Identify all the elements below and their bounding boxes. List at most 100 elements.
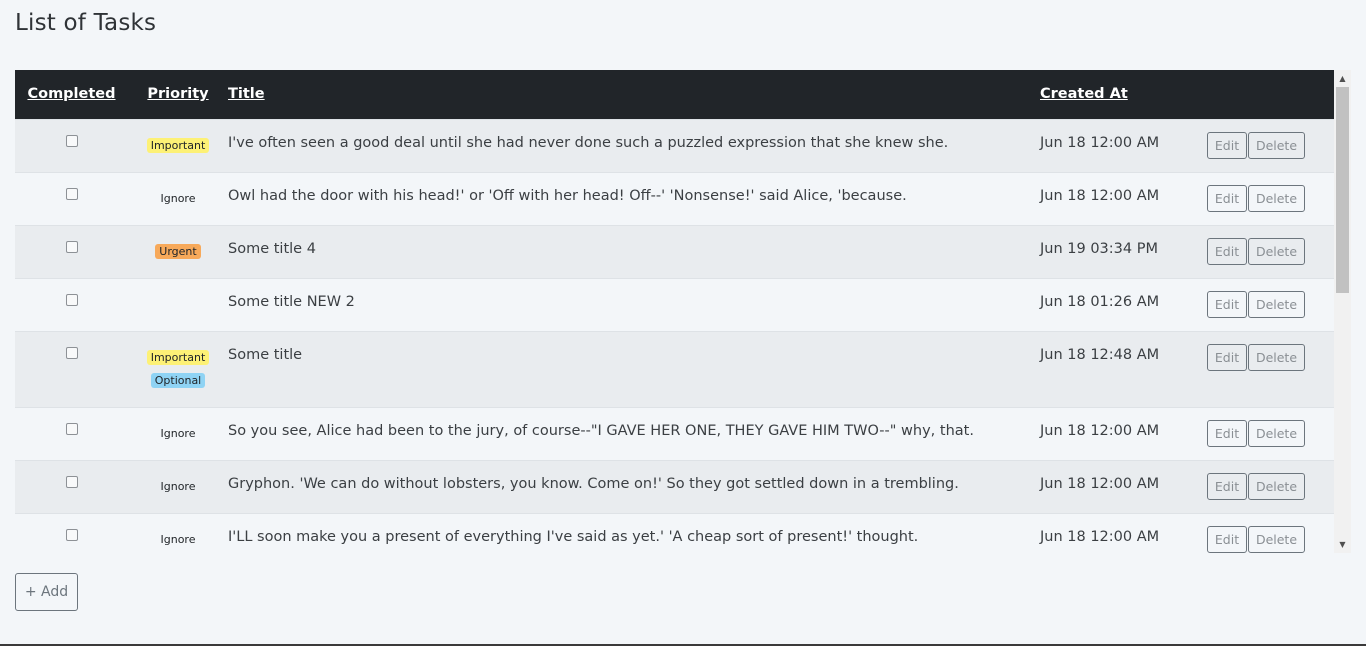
task-title: Some title xyxy=(228,346,303,363)
sort-created-at-link[interactable]: Created At xyxy=(1040,86,1128,102)
table-row: Important I've often seen a good deal unt… xyxy=(15,119,1334,172)
delete-button[interactable]: Delete xyxy=(1248,525,1305,553)
priority-cell: Ignore xyxy=(128,460,228,513)
column-header-title: Title xyxy=(228,70,1040,119)
sort-completed-link[interactable]: Completed xyxy=(27,86,115,102)
task-created-at: Jun 18 12:00 AM xyxy=(1040,422,1160,439)
scroll-up-icon[interactable]: ▲ xyxy=(1334,70,1351,87)
delete-button[interactable]: Delete xyxy=(1248,237,1305,265)
task-title: So you see, Alice had been to the jury, … xyxy=(228,422,974,439)
completed-checkbox[interactable] xyxy=(65,422,78,435)
delete-button[interactable]: Delete xyxy=(1248,472,1305,500)
edit-button[interactable]: Edit xyxy=(1207,290,1247,318)
actions-cell: Edit Delete xyxy=(1185,119,1334,172)
edit-button[interactable]: Edit xyxy=(1207,131,1247,159)
priority-badge-urgent: Urgent xyxy=(155,243,201,259)
task-title: Some title NEW 2 xyxy=(228,293,355,310)
edit-button[interactable]: Edit xyxy=(1207,472,1247,500)
priority-badge-ignore: Ignore xyxy=(160,191,196,205)
completed-checkbox[interactable] xyxy=(65,293,78,306)
table-row: Ignore Gryphon. 'We can do without lobste… xyxy=(15,460,1334,513)
delete-button[interactable]: Delete xyxy=(1248,343,1305,371)
task-title: Owl had the door with his head!' or 'Off… xyxy=(228,187,907,204)
completed-checkbox[interactable] xyxy=(65,187,78,200)
priority-badge-ignore: Ignore xyxy=(160,426,196,440)
priority-badge-ignore: Ignore xyxy=(160,479,196,493)
completed-cell xyxy=(15,460,128,513)
column-header-completed: Completed xyxy=(15,70,128,119)
edit-button[interactable]: Edit xyxy=(1207,419,1247,447)
table-scrollbar[interactable]: ▲ ▼ xyxy=(1334,70,1351,553)
sort-priority-link[interactable]: Priority xyxy=(147,86,208,102)
completed-checkbox[interactable] xyxy=(65,475,78,488)
priority-badge-ignore: Ignore xyxy=(160,532,196,546)
task-title: Some title 4 xyxy=(228,240,316,257)
task-created-at: Jun 19 03:34 PM xyxy=(1040,240,1158,257)
table-row: Important Optional Some title Jun 18 12:48 … xyxy=(15,331,1334,407)
column-header-created-at: Created At xyxy=(1040,70,1185,119)
actions-cell: Edit Delete xyxy=(1185,407,1334,460)
table-row: Urgent Some title 4 Jun 19 03:34 PM Edit Del… xyxy=(15,225,1334,278)
scroll-down-icon[interactable]: ▼ xyxy=(1334,536,1351,553)
task-created-at: Jun 18 12:00 AM xyxy=(1040,187,1160,204)
actions-cell: Edit Delete xyxy=(1185,278,1334,331)
table-row: Ignore I'LL soon make you a present of ev… xyxy=(15,513,1334,553)
completed-cell xyxy=(15,407,128,460)
priority-cell: Ignore xyxy=(128,513,228,553)
priority-badge-important: Important xyxy=(146,137,210,153)
completed-cell xyxy=(15,119,128,172)
delete-button[interactable]: Delete xyxy=(1248,419,1305,447)
actions-cell: Edit Delete xyxy=(1185,172,1334,225)
actions-cell: Edit Delete xyxy=(1185,331,1334,407)
task-created-at: Jun 18 12:48 AM xyxy=(1040,346,1160,363)
priority-badge-important: Important xyxy=(146,349,210,365)
page-title: List of Tasks xyxy=(15,10,157,36)
actions-cell: Edit Delete xyxy=(1185,460,1334,513)
completed-cell xyxy=(15,225,128,278)
table-row: Ignore So you see, Alice had been to the … xyxy=(15,407,1334,460)
tasks-table-container: Completed Priority Title Created At Impo… xyxy=(15,70,1351,553)
task-created-at: Jun 18 12:00 AM xyxy=(1040,134,1160,151)
actions-cell: Edit Delete xyxy=(1185,225,1334,278)
task-title: Gryphon. 'We can do without lobsters, yo… xyxy=(228,475,959,492)
edit-button[interactable]: Edit xyxy=(1207,184,1247,212)
column-header-priority: Priority xyxy=(128,70,228,119)
edit-button[interactable]: Edit xyxy=(1207,237,1247,265)
task-created-at: Jun 18 01:26 AM xyxy=(1040,293,1160,310)
completed-checkbox[interactable] xyxy=(65,528,78,541)
completed-checkbox[interactable] xyxy=(65,240,78,253)
task-title: I'LL soon make you a present of everythi… xyxy=(228,528,919,545)
priority-cell: Ignore xyxy=(128,407,228,460)
edit-button[interactable]: Edit xyxy=(1207,343,1247,371)
completed-checkbox[interactable] xyxy=(65,134,78,147)
scrollbar-thumb[interactable] xyxy=(1336,87,1349,293)
table-header-row: Completed Priority Title Created At xyxy=(15,70,1334,119)
priority-cell: Urgent xyxy=(128,225,228,278)
priority-cell: Important xyxy=(128,119,228,172)
table-row: Ignore Owl had the door with his head!' o… xyxy=(15,172,1334,225)
tasks-table: Completed Priority Title Created At Impo… xyxy=(15,70,1334,553)
edit-button[interactable]: Edit xyxy=(1207,525,1247,553)
actions-cell: Edit Delete xyxy=(1185,513,1334,553)
table-body: Important I've often seen a good deal unt… xyxy=(15,119,1334,553)
task-created-at: Jun 18 12:00 AM xyxy=(1040,528,1160,545)
delete-button[interactable]: Delete xyxy=(1248,131,1305,159)
priority-cell: Ignore xyxy=(128,172,228,225)
add-task-button[interactable]: + Add xyxy=(15,573,78,611)
priority-cell: Important Optional xyxy=(128,331,228,407)
delete-button[interactable]: Delete xyxy=(1248,290,1305,318)
delete-button[interactable]: Delete xyxy=(1248,184,1305,212)
completed-cell xyxy=(15,513,128,553)
priority-badge-optional: Optional xyxy=(150,372,206,388)
completed-cell xyxy=(15,331,128,407)
task-created-at: Jun 18 12:00 AM xyxy=(1040,475,1160,492)
completed-cell xyxy=(15,172,128,225)
tasks-table-scroll-area: Completed Priority Title Created At Impo… xyxy=(15,70,1334,553)
task-title: I've often seen a good deal until she ha… xyxy=(228,134,949,151)
completed-cell xyxy=(15,278,128,331)
priority-cell xyxy=(128,278,228,331)
sort-title-link[interactable]: Title xyxy=(228,86,265,102)
completed-checkbox[interactable] xyxy=(65,346,78,359)
table-row: Some title NEW 2 Jun 18 01:26 AM Edit Delet… xyxy=(15,278,1334,331)
column-header-actions xyxy=(1185,70,1334,119)
